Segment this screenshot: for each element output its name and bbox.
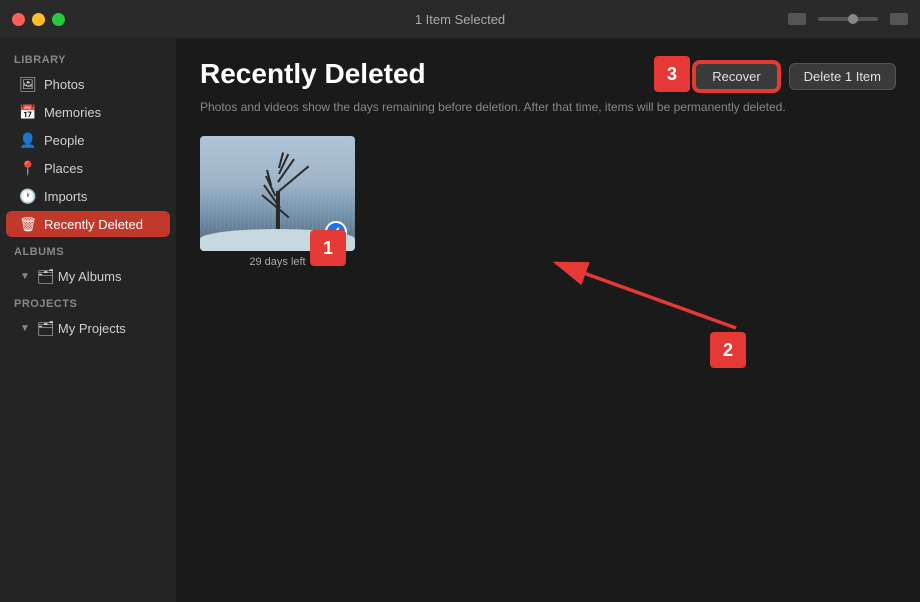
- content-header: Recently Deleted Recover Delete 1 Item: [200, 58, 896, 91]
- app-body: Library 🖼 Photos 📅 Memories 👤 People 📍 P…: [0, 38, 920, 602]
- title-bar: 1 Item Selected: [0, 0, 920, 38]
- badge-3: 3: [654, 56, 690, 92]
- zoom-slider[interactable]: [818, 17, 878, 21]
- traffic-lights: [12, 13, 65, 26]
- minimize-button[interactable]: [32, 13, 45, 26]
- page-title: Recently Deleted: [200, 58, 426, 90]
- recover-button[interactable]: Recover: [694, 62, 778, 91]
- sidebar-item-photos[interactable]: 🖼 Photos: [6, 71, 170, 97]
- badge-2: 2: [710, 332, 746, 368]
- sidebar-item-people-label: People: [44, 133, 84, 148]
- annotation-badge-1: 1: [310, 230, 346, 266]
- sidebar-item-places[interactable]: 📍 Places: [6, 155, 170, 181]
- sidebar-item-memories[interactable]: 📅 Memories: [6, 99, 170, 125]
- sidebar-item-memories-label: Memories: [44, 105, 101, 120]
- photos-icon: 🖼: [20, 76, 36, 92]
- sidebar-item-photos-label: Photos: [44, 77, 84, 92]
- sidebar-item-recently-deleted-label: Recently Deleted: [44, 217, 143, 232]
- chevron-icon: ▼: [20, 271, 30, 282]
- my-projects-label: My Projects: [58, 321, 126, 336]
- photo-days-label: 29 days left: [249, 256, 305, 268]
- albums-section-label: Albums: [0, 238, 176, 262]
- sidebar-item-imports-label: Imports: [44, 189, 87, 204]
- delete-button[interactable]: Delete 1 Item: [789, 63, 896, 90]
- sidebar-item-my-albums[interactable]: ▼ 🗂 My Albums: [6, 263, 170, 289]
- library-section-label: Library: [0, 46, 176, 70]
- title-bar-icons: [788, 13, 908, 25]
- sidebar-item-recently-deleted[interactable]: 🗑 Recently Deleted: [6, 211, 170, 237]
- annotation-arrow-2: 2: [526, 243, 746, 368]
- people-icon: 👤: [20, 132, 36, 148]
- projects-section-label: Projects: [0, 290, 176, 314]
- badge-1: 1: [310, 230, 346, 266]
- sidebar-item-places-label: Places: [44, 161, 83, 176]
- subtitle-text: Photos and videos show the days remainin…: [200, 99, 896, 116]
- memories-icon: 📅: [20, 104, 36, 120]
- album-icon: 🗂: [38, 268, 54, 284]
- sidebar-item-people[interactable]: 👤 People: [6, 127, 170, 153]
- header-buttons: Recover Delete 1 Item: [694, 62, 896, 91]
- chevron-icon-projects: ▼: [20, 323, 30, 334]
- sidebar-item-imports[interactable]: 🕐 Imports: [6, 183, 170, 209]
- fullscreen-button[interactable]: [52, 13, 65, 26]
- trash-icon: 🗑: [20, 216, 36, 232]
- project-icon: 🗂: [38, 320, 54, 336]
- window-title: 1 Item Selected: [415, 12, 505, 27]
- imports-icon: 🕐: [20, 188, 36, 204]
- main-content: Recently Deleted Recover Delete 1 Item P…: [176, 38, 920, 602]
- sidebar: Library 🖼 Photos 📅 Memories 👤 People 📍 P…: [0, 38, 176, 602]
- places-icon: 📍: [20, 160, 36, 176]
- zoom-slider-thumb: [848, 14, 858, 24]
- sidebar-toggle-icon[interactable]: [788, 13, 806, 25]
- sidebar-item-my-projects[interactable]: ▼ 🗂 My Projects: [6, 315, 170, 341]
- annotation-badge-3: 3: [654, 56, 690, 92]
- my-albums-label: My Albums: [58, 269, 122, 284]
- close-button[interactable]: [12, 13, 25, 26]
- view-icon[interactable]: [890, 13, 908, 25]
